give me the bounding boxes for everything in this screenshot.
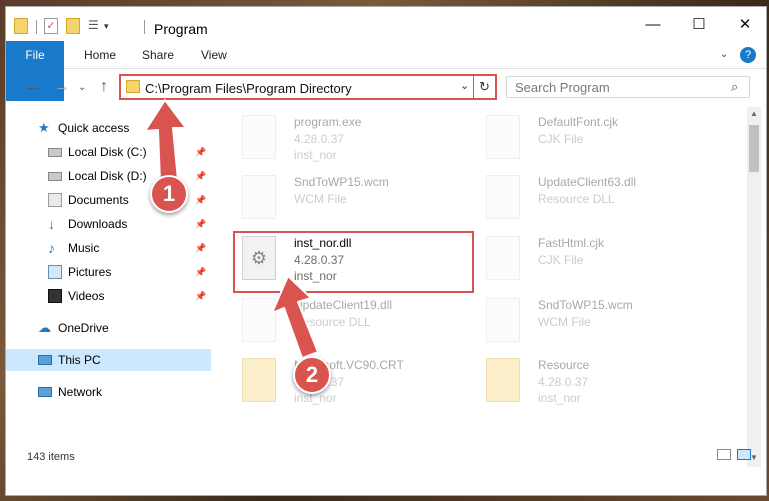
arrow-1 — [144, 99, 187, 183]
arrow-2 — [271, 275, 319, 359]
annotation-arrows — [144, 99, 319, 359]
callout-step-1: 1 — [150, 175, 188, 213]
callout-step-2: 2 — [293, 356, 331, 394]
